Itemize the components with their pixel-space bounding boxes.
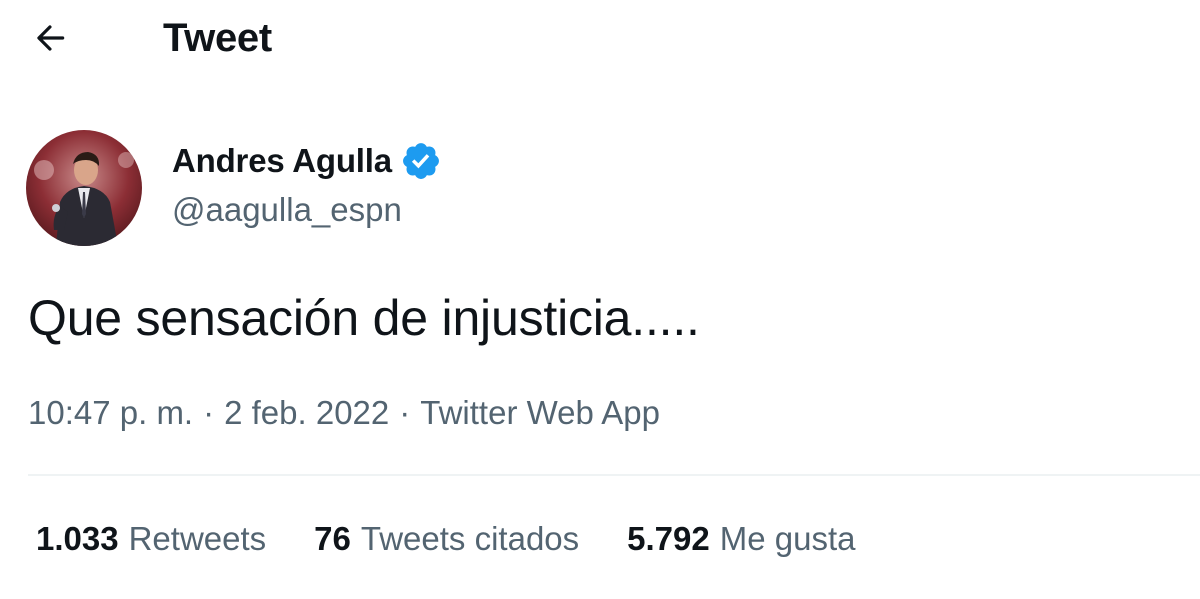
divider — [28, 474, 1200, 476]
stat-count: 1.033 — [36, 520, 119, 557]
tweet-date[interactable]: 2 feb. 2022 — [224, 390, 389, 436]
tweet-meta: 10:47 p. m. · 2 feb. 2022 · Twitter Web … — [28, 390, 660, 436]
header: Tweet — [0, 0, 1200, 80]
stat-quote-tweets[interactable]: 76 Tweets citados — [314, 516, 579, 562]
stat-retweets[interactable]: 1.033 Retweets — [36, 516, 266, 562]
stat-label: Me gusta — [719, 520, 856, 557]
meta-separator: · — [399, 394, 411, 431]
stat-label: Tweets citados — [360, 520, 580, 557]
stat-likes[interactable]: 5.792 Me gusta — [627, 516, 855, 562]
avatar-image — [26, 130, 142, 246]
verified-badge-icon — [402, 143, 439, 179]
tweet-time[interactable]: 10:47 p. m. — [28, 390, 193, 436]
arrow-left-icon — [37, 25, 65, 51]
stat-count: 76 — [314, 520, 351, 557]
meta-separator: · — [203, 394, 215, 431]
page-title: Tweet — [163, 16, 272, 60]
stat-label: Retweets — [128, 520, 267, 557]
stat-count: 5.792 — [627, 520, 710, 557]
author-handle[interactable]: @aagulla_espn — [172, 188, 402, 232]
back-button[interactable] — [28, 16, 72, 60]
tweet-page: Tweet Andres Agulla @aagulla_espn Que se… — [0, 0, 1200, 599]
tweet-source[interactable]: Twitter Web App — [420, 390, 660, 436]
author-name-row[interactable]: Andres Agulla — [172, 138, 442, 184]
tweet-stats: 1.033 Retweets 76 Tweets citados 5.792 M… — [36, 516, 904, 562]
tweet-text: Que sensación de injusticia..... — [28, 290, 700, 346]
author-name: Andres Agulla — [172, 142, 392, 179]
avatar[interactable] — [26, 130, 142, 246]
